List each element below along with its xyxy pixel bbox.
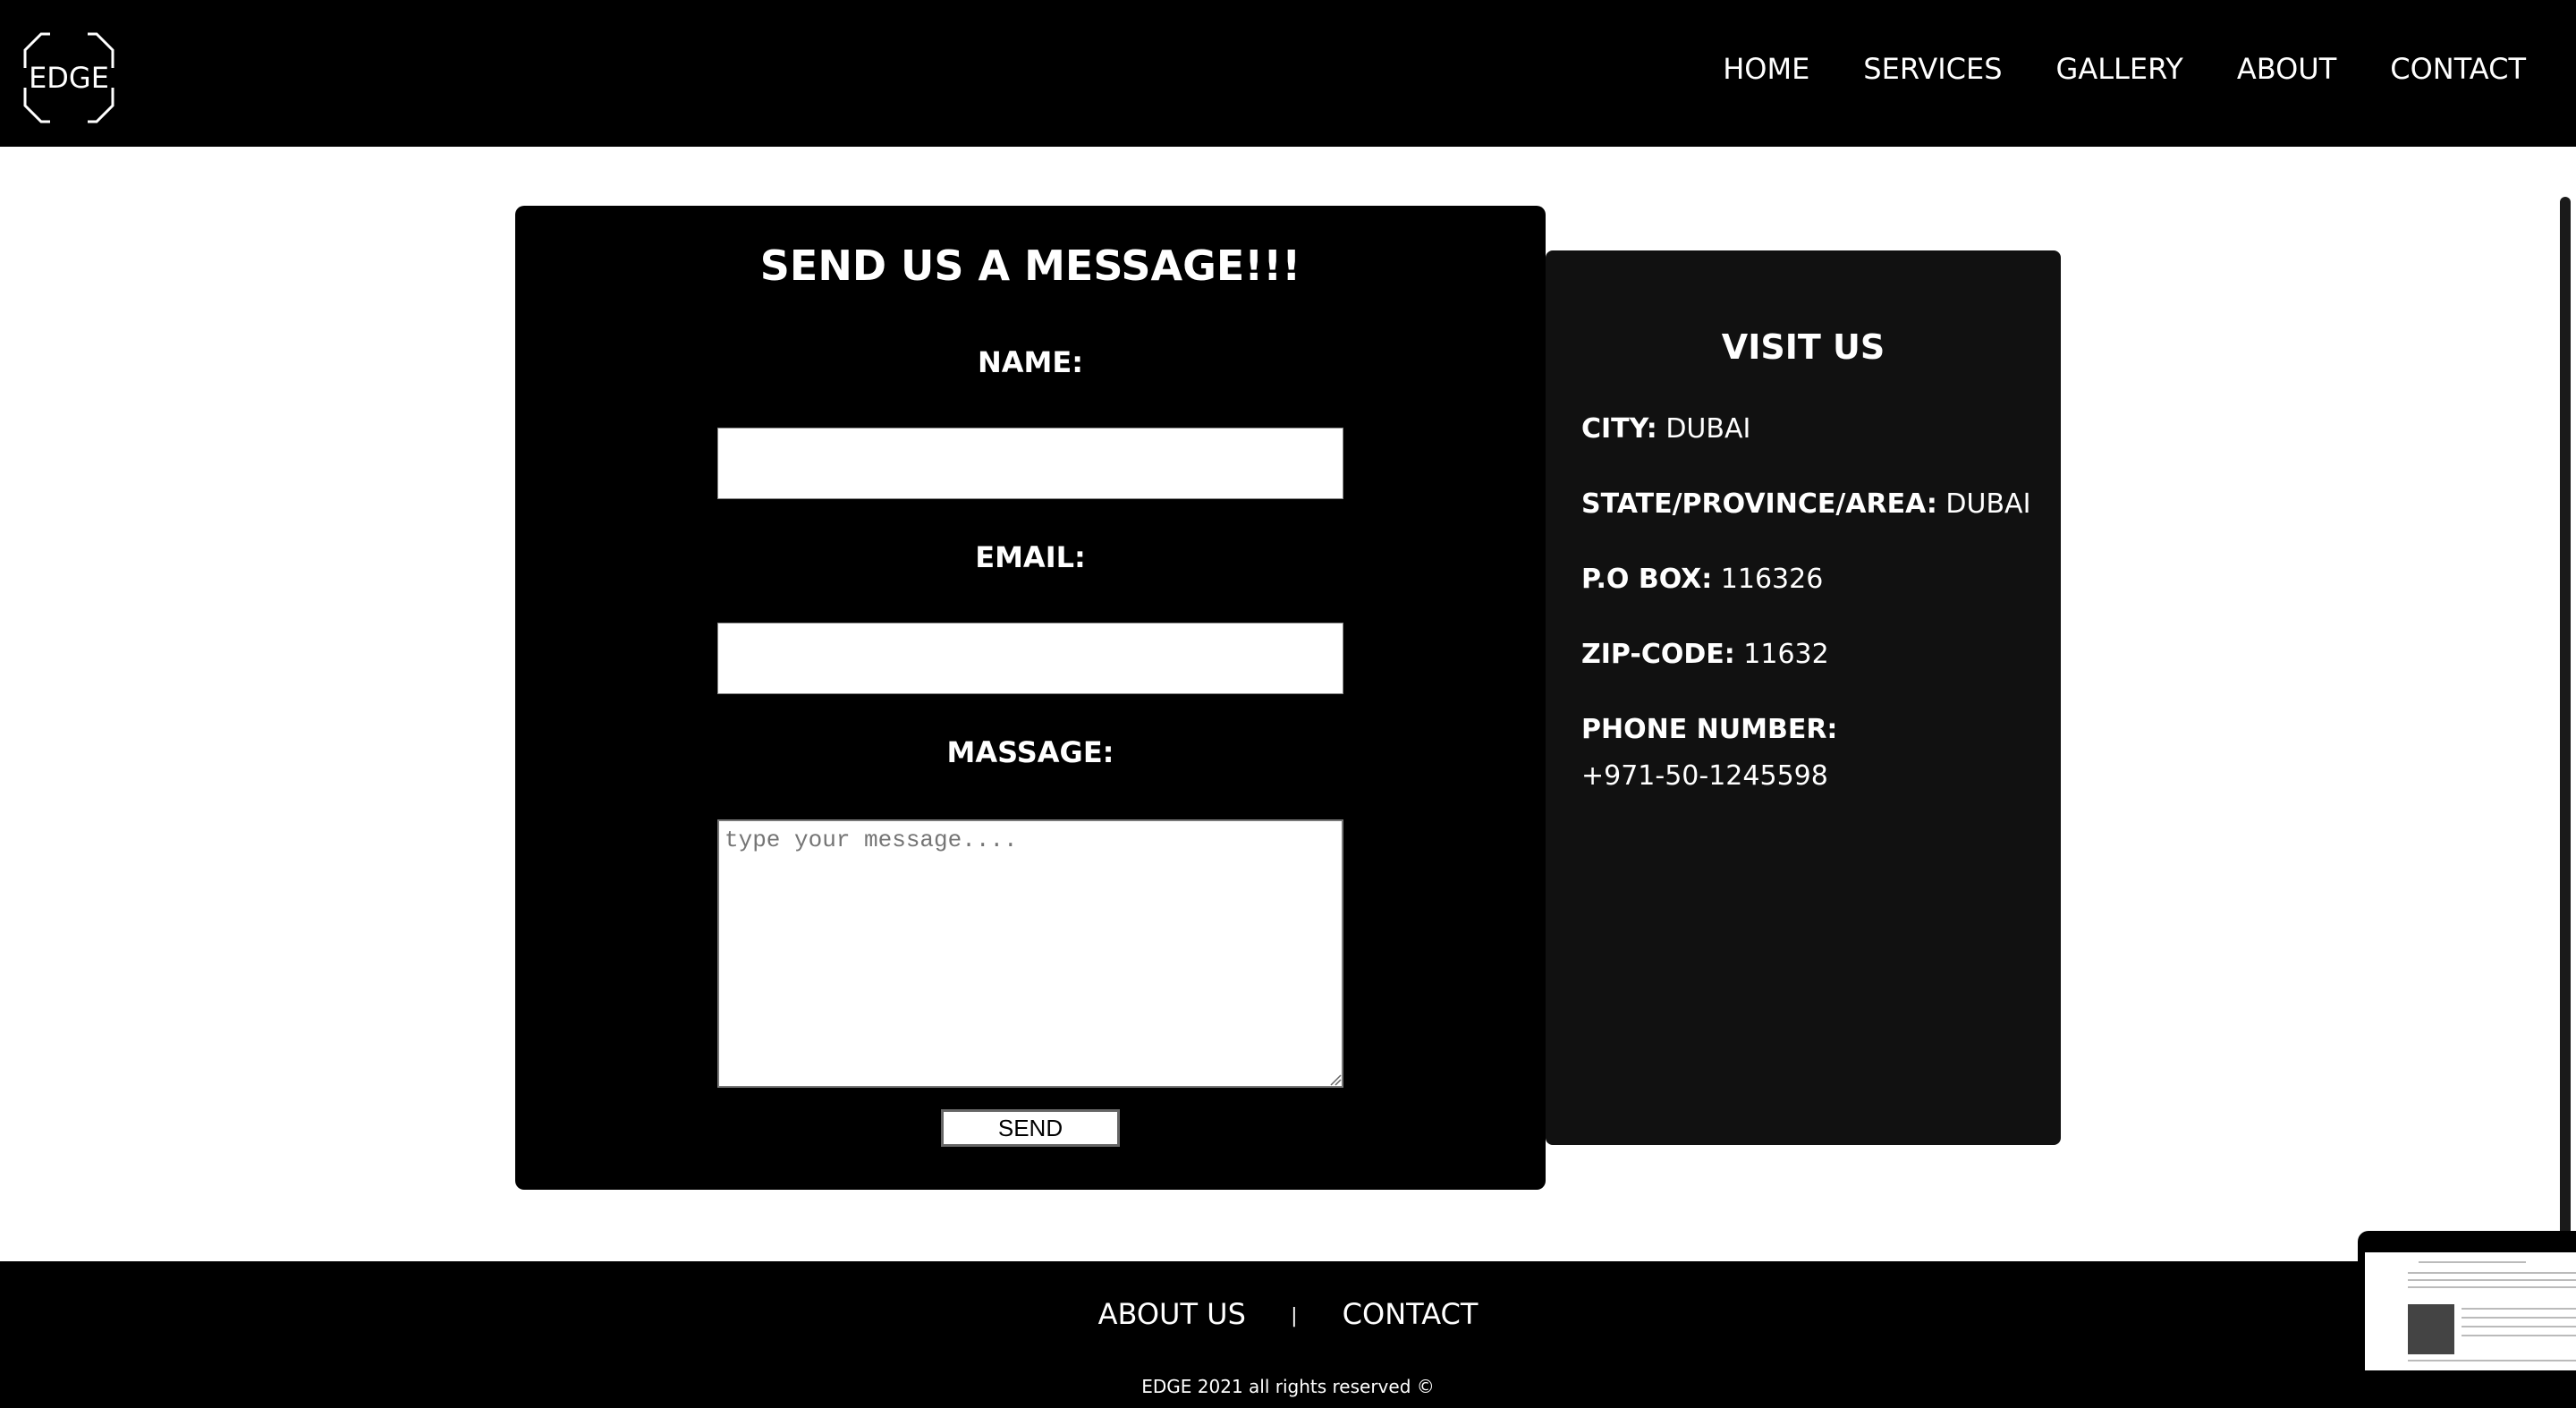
pobox-value: 116326 [1720,564,1824,595]
pobox-info: P.O BOX: 116326 [1581,556,1823,603]
site-footer: ABOUT US | CONTACT EDGE 2021 all rights … [0,1261,2576,1408]
visit-title: VISIT US [1721,327,1885,367]
city-info: CITY: DUBAI [1581,406,1750,453]
nav-gallery[interactable]: GALLERY [2056,52,2183,86]
city-label: CITY: [1581,413,1657,445]
footer-about-link[interactable]: ABOUT US [1098,1297,1246,1331]
phone-value: +971-50-1245598 [1581,760,1828,792]
preview-image [2408,1304,2454,1354]
preview-text-line [2462,1317,2576,1319]
pobox-label: P.O BOX: [1581,564,1713,595]
footer-separator: | [1291,1304,1298,1327]
message-textarea[interactable] [717,819,1343,1088]
preview-page [2365,1240,2576,1370]
message-form-card: SEND US A MESSAGE!!! NAME: EMAIL: MASSAG… [515,206,1546,1190]
resize-grip-icon[interactable] [1329,1073,1342,1086]
city-value: DUBAI [1665,413,1751,445]
visit-us-card: VISIT US CITY: DUBAI STATE/PROVINCE/AREA… [1546,250,2061,1145]
preview-text-line [2419,1261,2526,1263]
logo-text: EDGE [29,61,109,95]
zip-info: ZIP-CODE: 11632 [1581,632,1829,678]
name-label: NAME: [977,345,1084,379]
preview-text-line [2408,1279,2576,1281]
phone-info: PHONE NUMBER: +971-50-1245598 [1581,707,2029,800]
nav-home[interactable]: HOME [1723,52,1809,86]
nav-contact[interactable]: CONTACT [2390,52,2526,86]
zip-label: ZIP-CODE: [1581,639,1735,670]
footer-contact-link[interactable]: CONTACT [1343,1297,1479,1331]
email-input[interactable] [717,623,1343,694]
send-button[interactable]: SEND [941,1109,1120,1147]
copyright-text: EDGE 2021 all rights reserved © [1141,1376,1435,1397]
scrollbar-thumb[interactable] [2560,197,2571,1270]
email-label: EMAIL: [975,540,1086,574]
state-label: STATE/PROVINCE/AREA: [1581,488,1937,520]
name-input[interactable] [717,428,1343,499]
phone-label: PHONE NUMBER: [1581,714,1838,745]
nav-services[interactable]: SERVICES [1863,52,2002,86]
message-label: MASSAGE: [946,735,1114,769]
form-title: SEND US A MESSAGE!!! [759,242,1301,290]
preview-text-line [2408,1272,2576,1274]
preview-text-line [2462,1308,2576,1310]
preview-text-line [2408,1360,2576,1361]
state-value: DUBAI [1945,488,2031,520]
state-info: STATE/PROVINCE/AREA: DUBAI [1581,481,2030,528]
preview-text-line [2462,1326,2576,1327]
site-header: EDGE HOME SERVICES GALLERY ABOUT CONTACT [0,0,2576,147]
zip-value: 11632 [1743,639,1829,670]
preview-header [2365,1240,2576,1252]
preview-text-line [2408,1286,2576,1288]
main-nav: HOME SERVICES GALLERY ABOUT CONTACT [1723,52,2526,86]
page-preview-thumbnail[interactable] [2358,1231,2576,1378]
nav-about[interactable]: ABOUT [2237,52,2336,86]
preview-text-line [2462,1335,2576,1336]
footer-links: ABOUT US | CONTACT [0,1297,2576,1331]
edge-logo[interactable]: EDGE [23,32,114,123]
